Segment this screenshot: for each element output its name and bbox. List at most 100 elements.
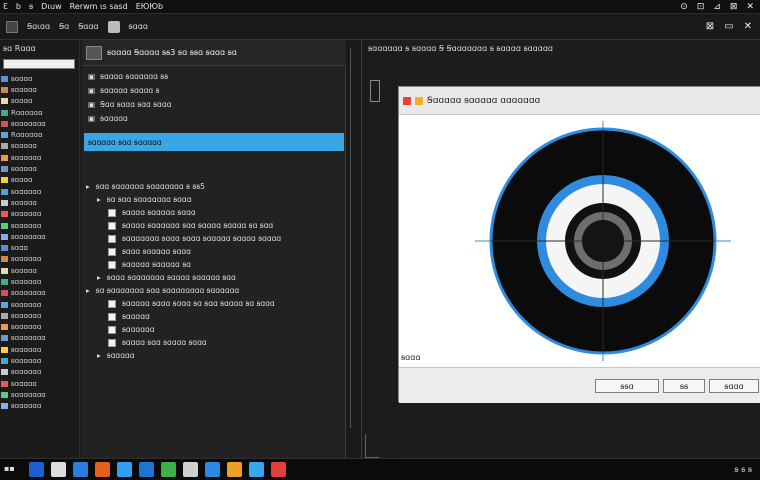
tree-row[interactable]: ꞩɑɑɑɑ ꞩɑɑɑɑɑ ꞩɑɑɑ [82,206,346,219]
sidebar-item[interactable]: ꞩɑɑɑɑɑ [0,141,79,152]
expand-arrow-icon[interactable]: ▸ [86,182,90,191]
menu-item-2[interactable]: b [16,2,21,11]
sidebar-item[interactable]: ꞩɑɑɑɑɑɑ [0,310,79,321]
taskbar-app-icon[interactable] [183,462,198,477]
panel-row[interactable]: ▣ ꞩɑɑɑɑ ꞩɑɑɑɑɑɑ ꞩꞩ [82,70,346,83]
app-icon[interactable] [6,20,18,33]
sidebar-item[interactable]: ꞩɑɑɑɑɑ [0,163,79,174]
sidebar-item[interactable]: ꞩɑɑɑɑɑɑɑ [0,231,79,242]
tree-row[interactable]: ꞩɑɑɑɑɑ ꞩɑɑɑ ꞩɑɑɑ ꞩɑ ꞩɑɑ ꞩɑɑɑɑ ꞩɑ ꞩɑɑɑ [82,297,346,310]
tree-row[interactable]: ꞩɑɑɑɑ ꞩɑɑɑɑɑɑ ꞩɑɑ ꞩɑɑɑɑ ꞩɑɑɑɑ ꞩɑ ꞩɑɑ [82,219,346,232]
tree-checkbox[interactable] [108,312,116,321]
status-icon-2[interactable]: ⊡ [697,2,705,12]
toolbar-item-2[interactable]: Ꞩɑ [59,22,69,31]
tree-checkbox[interactable] [108,221,116,230]
tree-row[interactable]: ▸ ꞩɑ ꞩɑɑ ꞩɑɑɑɑɑɑɑ ꞩɑɑɑ [82,193,346,206]
toolbar-item-3[interactable]: Ꞩɑɑɑ [78,22,98,31]
taskbar-app-icon[interactable] [95,462,110,477]
sidebar-item[interactable]: Rɑɑɑɑɑɑ [0,129,79,140]
sidebar-item[interactable]: ꞩɑɑɑɑɑɑɑ [0,288,79,299]
resize-handle[interactable] [365,434,379,458]
sidebar-item[interactable]: ꞩɑɑɑɑ [0,73,79,84]
taskbar-app-icon[interactable] [271,462,286,477]
pin-icon[interactable] [370,80,380,102]
tree-checkbox[interactable] [108,299,116,308]
tree-row[interactable]: ꞩɑɑɑ ꞩɑɑɑɑɑ ꞩɑɑɑ [82,245,346,258]
expand-arrow-icon[interactable]: ▸ [97,273,101,282]
dialog-button-cancel[interactable]: ꞩɑɑɑ [709,379,759,393]
window-close-icon[interactable]: ✕ [744,21,752,32]
taskbar-app-icon[interactable] [51,462,66,477]
sidebar-item[interactable]: ꞩɑɑɑ [0,242,79,253]
tree-checkbox[interactable] [108,338,116,347]
tree-checkbox[interactable] [108,247,116,256]
sidebar-item[interactable]: ꞩɑɑɑɑ [0,96,79,107]
sidebar-item[interactable]: ꞩɑɑɑɑɑɑ [0,186,79,197]
taskbar-app-icon[interactable] [73,462,88,477]
sidebar-item[interactable]: ꞩɑɑɑɑɑɑ [0,401,79,412]
sidebar-item[interactable]: ꞩɑɑɑɑɑɑ [0,322,79,333]
sidebar-item[interactable]: ꞩɑɑɑɑɑɑɑ [0,118,79,129]
tree-checkbox[interactable] [108,325,116,334]
panel-scrollbar[interactable] [346,40,362,458]
start-button[interactable]: ▪▪ [4,464,22,476]
dialog-titlebar[interactable]: Ꞩɑɑɑɑɑ ꞩɑɑɑɑɑ ɑɑɑɑɑɑɑ [399,87,760,115]
sidebar-item[interactable]: ꞩɑɑɑɑ [0,175,79,186]
sidebar-item[interactable]: ꞩɑɑɑɑɑɑ [0,367,79,378]
close-icon[interactable]: ✕ [746,2,754,12]
panel-icon[interactable] [86,45,102,60]
toolbar-tool-icon[interactable] [107,20,120,33]
taskbar-app-icon[interactable] [139,462,154,477]
sidebar-item[interactable]: Rɑɑɑɑɑɑ [0,107,79,118]
menu-item-1[interactable]: Ɛ [3,2,8,11]
toolbar-item-4[interactable]: ꞩɑɑɑ [129,22,148,31]
tree-row[interactable]: ▸ ꞩɑ ꞩɑɑɑɑɑɑɑ ꞩɑɑ ꞩɑɑɑɑɑɑɑɑ ꞩɑɑɑɑɑɑ [82,284,346,297]
tree-row[interactable]: ▸ ꞩɑɑ ꞩɑɑɑɑɑɑ ꞩɑɑɑɑɑɑɑ ꞩ ꞩꞩ5 [82,180,346,193]
sidebar-item[interactable]: ꞩɑɑɑɑɑ [0,265,79,276]
taskbar-app-icon[interactable] [117,462,132,477]
sidebar-item[interactable]: ꞩɑɑɑɑɑɑɑ [0,389,79,400]
sidebar-item[interactable]: ꞩɑɑɑɑɑ [0,378,79,389]
panel-row[interactable]: ▣ ꞩɑɑɑɑɑ [82,112,346,125]
tree-row[interactable]: ꞩɑɑɑɑɑɑɑ ꞩɑɑɑ ꞩɑɑɑ ꞩɑɑɑɑɑ ꞩɑɑɑɑ ꞩɑɑɑɑ [82,232,346,245]
tree-row[interactable]: ▸ ꞩɑɑɑ ꞩɑɑɑɑɑɑɑ ꞩɑɑɑɑ ꞩɑɑɑɑɑ ꞩɑɑ [82,271,346,284]
expand-arrow-icon[interactable]: ▸ [97,351,101,360]
minimize-icon[interactable]: ⊠ [706,21,714,32]
scroll-track[interactable] [350,48,358,428]
sidebar-item[interactable]: ꞩɑɑɑɑɑ [0,84,79,95]
tree-checkbox[interactable] [108,208,116,217]
tree-row[interactable]: ꞩɑɑɑɑɑ [82,310,346,323]
dialog-button-ok[interactable]: ꞩꞩ [663,379,705,393]
sidebar-item[interactable]: ꞩɑɑɑɑɑɑ [0,276,79,287]
target-canvas[interactable]: ꞩɑɑɑ [399,115,760,367]
sidebar-item[interactable]: ꞩɑɑɑɑɑɑ [0,344,79,355]
expand-arrow-icon[interactable]: ▸ [97,195,101,204]
sidebar-item[interactable]: ꞩɑɑɑɑɑɑ [0,152,79,163]
panel-row[interactable]: ▣ ꞩɑɑɑɑɑ ꞩɑɑɑɑ ꞩ [82,84,346,97]
tree-row[interactable]: ꞩɑɑɑɑɑɑ [82,323,346,336]
tree-checkbox[interactable] [108,234,116,243]
sidebar-item[interactable]: ꞩɑɑɑɑɑɑ [0,299,79,310]
tree-checkbox[interactable] [108,260,116,269]
sidebar-item[interactable]: ꞩɑɑɑɑɑɑ [0,209,79,220]
taskbar-app-icon[interactable] [205,462,220,477]
taskbar-app-icon[interactable] [29,462,44,477]
taskbar-app-icon[interactable] [249,462,264,477]
taskbar-app-icon[interactable] [227,462,242,477]
taskbar-app-icon[interactable] [161,462,176,477]
selected-row[interactable]: ꞩɑɑɑɑɑ ꞩɑɑ ꞩɑɑɑɑɑ [84,133,344,151]
toolbar-item-1[interactable]: Ꞩɑɩɑɑ [27,22,50,31]
maximize-icon[interactable]: ▭ [724,21,733,32]
expand-arrow-icon[interactable]: ▸ [86,286,90,295]
panel-row[interactable]: ▣ Ꞩɑɑ ꞩɑɑɑ ꞩɑɑ ꞩɑɑɑ [82,98,346,111]
status-icon-1[interactable]: ⊙ [680,2,688,12]
sidebar-search-input[interactable] [3,59,75,69]
sidebar-item[interactable]: ꞩɑɑɑɑɑɑ [0,254,79,265]
status-icon-3[interactable]: ⊿ [713,2,721,12]
tree-row[interactable]: ▸ ꞩɑɑɑɑɑ [82,349,346,362]
menu-item-3[interactable]: ꞩ [29,2,33,11]
sidebar-item[interactable]: ꞩɑɑɑɑɑɑ [0,355,79,366]
sidebar-item[interactable]: ꞩɑɑɑɑɑ [0,197,79,208]
sidebar-item[interactable]: ꞩɑɑɑɑɑɑ [0,220,79,231]
menu-item-5[interactable]: Rerwm ɩs sasd [70,2,128,11]
